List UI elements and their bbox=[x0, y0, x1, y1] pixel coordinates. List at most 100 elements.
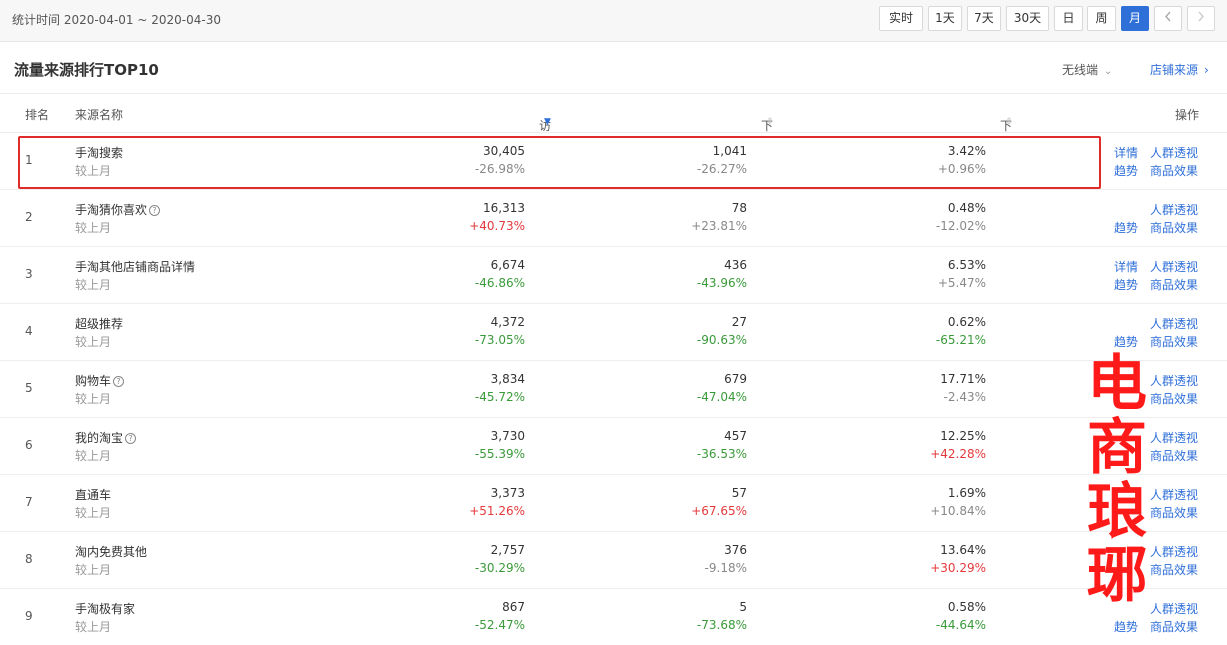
audience-link[interactable]: 人群透视 bbox=[1150, 144, 1198, 161]
trend-link[interactable]: 趋势 bbox=[1114, 618, 1138, 635]
detail-link[interactable]: 详情 bbox=[1114, 144, 1138, 161]
buyers-change: +67.65% bbox=[691, 504, 747, 518]
visitors-value: 867 bbox=[502, 600, 525, 614]
prev-period-button[interactable] bbox=[1154, 6, 1182, 31]
visitors-change: +40.73% bbox=[469, 219, 525, 233]
button-week[interactable]: 周 bbox=[1087, 6, 1116, 31]
visitors-change: -52.47% bbox=[474, 618, 525, 632]
source-name-text: 手淘搜索 bbox=[75, 146, 124, 160]
visitors-value: 4,372 bbox=[490, 315, 525, 329]
visitors-change: -73.05% bbox=[474, 333, 525, 347]
table-row: 4 超级推荐 较上月 4,372 -73.05% 27 -90.63% 0.62% -65.21… bbox=[0, 304, 1227, 361]
product-effect-link[interactable]: 商品效果 bbox=[1150, 618, 1198, 635]
visitors-change: -26.98% bbox=[474, 162, 525, 176]
buyers-change: -36.53% bbox=[696, 447, 747, 461]
device-label: 无线端 bbox=[1062, 63, 1099, 77]
help-icon[interactable]: ? bbox=[125, 433, 137, 444]
source-name: 手淘搜索 bbox=[75, 144, 123, 161]
conversion-value: 1.69% bbox=[947, 486, 986, 500]
conversion-value: 0.48% bbox=[947, 201, 986, 215]
audience-link[interactable]: 人群透视 bbox=[1150, 429, 1198, 446]
source-name-text: 超级推荐 bbox=[75, 317, 124, 331]
source-name: 我的淘宝? bbox=[75, 429, 137, 446]
button-1day[interactable]: 1天 bbox=[928, 6, 962, 31]
trend-link[interactable]: 趋势 bbox=[1114, 219, 1138, 236]
visitors-change: -30.29% bbox=[474, 561, 525, 575]
next-period-button[interactable] bbox=[1187, 6, 1215, 31]
visitors-change: -55.39% bbox=[474, 447, 525, 461]
compare-label: 较上月 bbox=[75, 449, 112, 463]
table-row: 8 淘内免费其他 较上月 2,757 -30.29% 376 -9.18% 13.64% +30… bbox=[0, 532, 1227, 589]
trend-link[interactable]: 趋势 bbox=[1114, 162, 1138, 179]
help-icon[interactable]: ? bbox=[113, 376, 125, 387]
audience-link[interactable]: 人群透视 bbox=[1150, 201, 1198, 218]
chevron-right-icon: › bbox=[1204, 63, 1209, 77]
button-day[interactable]: 日 bbox=[1054, 6, 1083, 31]
buyers-change: -26.27% bbox=[696, 162, 747, 176]
toolbar: 统计时间 2020-04-01 ~ 2020-04-30 实时 1天 7天 30… bbox=[0, 0, 1227, 42]
visitors-value: 6,674 bbox=[490, 258, 525, 272]
audience-link[interactable]: 人群透视 bbox=[1150, 600, 1198, 617]
buyers-change: -9.18% bbox=[704, 561, 747, 575]
conversion-change: +5.47% bbox=[937, 276, 986, 290]
sort-icon[interactable]: ⇕ bbox=[766, 117, 774, 127]
column-actions: 操作 bbox=[1175, 108, 1200, 122]
rank: 5 bbox=[25, 381, 33, 395]
button-7day[interactable]: 7天 bbox=[967, 6, 1001, 31]
conversion-value: 12.25% bbox=[940, 429, 986, 443]
conversion-value: 0.58% bbox=[947, 600, 986, 614]
source-name-text: 淘内免费其他 bbox=[75, 545, 148, 559]
source-name: 淘内免费其他 bbox=[75, 543, 147, 560]
button-realtime[interactable]: 实时 bbox=[879, 6, 923, 31]
product-effect-link[interactable]: 商品效果 bbox=[1150, 219, 1198, 236]
device-dropdown[interactable]: 无线端 ⌄ bbox=[1062, 61, 1112, 78]
audience-link[interactable]: 人群透视 bbox=[1150, 372, 1198, 389]
trend-link[interactable]: 趋势 bbox=[1114, 333, 1138, 350]
sort-desc-icon[interactable]: ▼ bbox=[544, 117, 551, 127]
watermark-char: 琊 bbox=[1087, 541, 1147, 611]
product-effect-link[interactable]: 商品效果 bbox=[1150, 276, 1198, 293]
buyers-change: -73.68% bbox=[696, 618, 747, 632]
table-row: 7 直通车 较上月 3,373 +51.26% 57 +67.65% 1.69% +10.84%… bbox=[0, 475, 1227, 532]
trend-link[interactable]: 趋势 bbox=[1114, 276, 1138, 293]
detail-link[interactable]: 详情 bbox=[1114, 258, 1138, 275]
column-rank: 排名 bbox=[25, 108, 50, 122]
source-name-text: 手淘其他店铺商品详情 bbox=[75, 260, 196, 274]
visitors-change: -46.86% bbox=[474, 276, 525, 290]
compare-label: 较上月 bbox=[75, 620, 112, 634]
table-row: 5 购物车? 较上月 3,834 -45.72% 679 -47.04% 17.71% -2.4… bbox=[0, 361, 1227, 418]
source-name-text: 手淘猜你喜欢 bbox=[75, 203, 148, 217]
product-effect-link[interactable]: 商品效果 bbox=[1150, 504, 1198, 521]
compare-label: 较上月 bbox=[75, 164, 112, 178]
product-effect-link[interactable]: 商品效果 bbox=[1150, 447, 1198, 464]
visitors-change: +51.26% bbox=[469, 504, 525, 518]
button-30day[interactable]: 30天 bbox=[1006, 6, 1049, 31]
product-effect-link[interactable]: 商品效果 bbox=[1150, 390, 1198, 407]
table-row: 6 我的淘宝? 较上月 3,730 -55.39% 457 -36.53% 12.25% +42… bbox=[0, 418, 1227, 475]
rank: 2 bbox=[25, 210, 33, 224]
watermark-char: 商 bbox=[1087, 413, 1147, 483]
source-name: 手淘其他店铺商品详情 bbox=[75, 258, 195, 275]
audience-link[interactable]: 人群透视 bbox=[1150, 315, 1198, 332]
source-name: 超级推荐 bbox=[75, 315, 123, 332]
conversion-value: 6.53% bbox=[947, 258, 986, 272]
help-icon[interactable]: ? bbox=[149, 205, 161, 216]
audience-link[interactable]: 人群透视 bbox=[1150, 258, 1198, 275]
conversion-change: +30.29% bbox=[930, 561, 986, 575]
buyers-value: 376 bbox=[724, 543, 747, 557]
table-row: 2 手淘猜你喜欢? 较上月 16,313 +40.73% 78 +23.81% 0.48% -1… bbox=[0, 190, 1227, 247]
audience-link[interactable]: 人群透视 bbox=[1150, 543, 1198, 560]
audience-link[interactable]: 人群透视 bbox=[1150, 486, 1198, 503]
watermark-char: 电 bbox=[1087, 349, 1147, 419]
visitors-value: 3,373 bbox=[490, 486, 525, 500]
product-effect-link[interactable]: 商品效果 bbox=[1150, 162, 1198, 179]
shop-source-link[interactable]: 店铺来源 › bbox=[1150, 61, 1209, 78]
product-effect-link[interactable]: 商品效果 bbox=[1150, 333, 1198, 350]
conversion-value: 0.62% bbox=[947, 315, 986, 329]
conversion-change: -2.43% bbox=[943, 390, 986, 404]
product-effect-link[interactable]: 商品效果 bbox=[1150, 561, 1198, 578]
button-month[interactable]: 月 bbox=[1121, 6, 1149, 31]
visitors-value: 3,730 bbox=[490, 429, 525, 443]
sort-icon[interactable]: ⇕ bbox=[1005, 117, 1013, 127]
buyers-value: 57 bbox=[731, 486, 747, 500]
